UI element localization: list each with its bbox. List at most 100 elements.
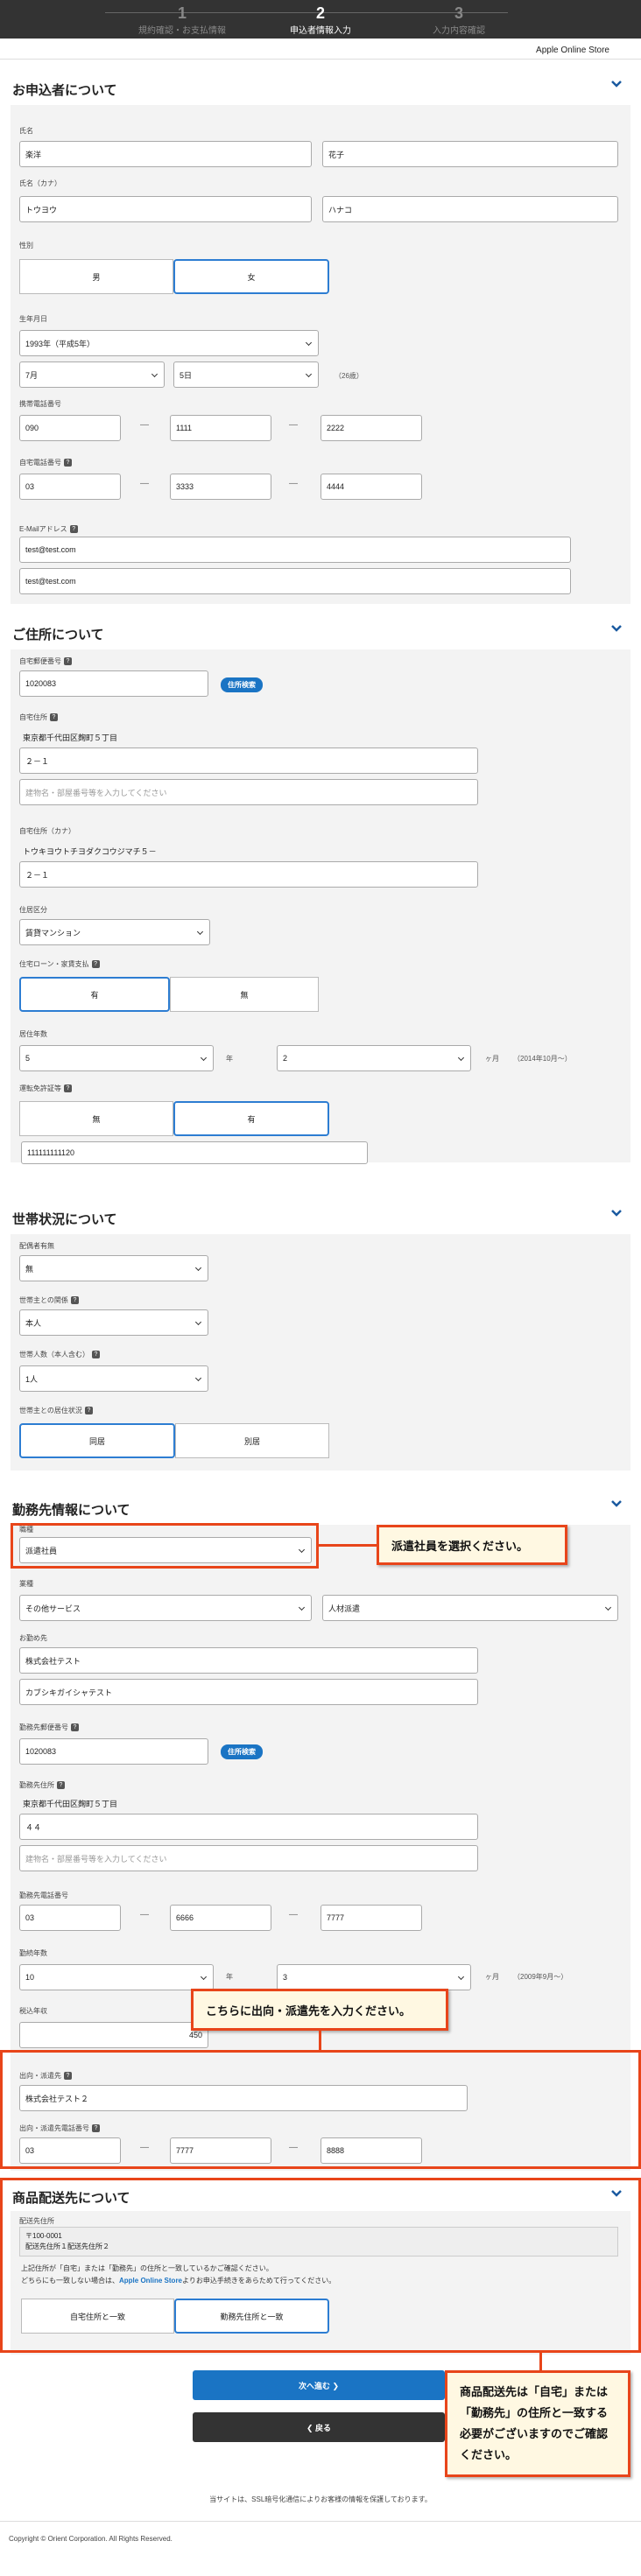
company-kana-input[interactable]: カブシキガイシャテスト (19, 1679, 478, 1705)
next-button[interactable]: 次へ進む ❯ (193, 2370, 445, 2400)
help-icon[interactable]: ? (69, 524, 78, 533)
work-tel-3-input[interactable]: 7777 (320, 1905, 422, 1931)
store-name: Apple Online Store (0, 39, 641, 60)
dash: — (289, 420, 298, 430)
birth-month-select[interactable]: 7月 (19, 361, 165, 388)
email-input[interactable]: test@test.com (19, 537, 571, 563)
work-address-2-input[interactable]: 建物名・部屋番号等を入力してください (19, 1845, 478, 1871)
mobile-3-input[interactable]: 2222 (320, 415, 422, 441)
work-tel-1-input[interactable]: 03 (19, 1905, 121, 1931)
delivery-connector (539, 2353, 542, 2372)
industry-detail-select[interactable]: 人材派遣 (322, 1595, 618, 1621)
help-icon[interactable]: ? (71, 1723, 79, 1731)
dash: — (289, 479, 298, 488)
zip-input[interactable]: 1020083 (19, 670, 208, 697)
loan-toggle: 有 無 (19, 977, 319, 1012)
spouse-select[interactable]: 無 (19, 1255, 208, 1281)
birth-year-select[interactable]: 1993年（平成5年） (19, 330, 319, 356)
company-label: お勤め先 (19, 1633, 47, 1642)
address-header[interactable]: ご住所について (11, 604, 630, 649)
first-kana-input[interactable]: ハナコ (322, 196, 618, 222)
license-yes[interactable]: 有 (173, 1101, 329, 1136)
residence-years-label: 居住年数 (19, 1029, 47, 1038)
home-address-kana-input[interactable]: ２－１ (19, 861, 478, 888)
loan-yes[interactable]: 有 (19, 977, 170, 1012)
income-input[interactable]: 450 (19, 2022, 208, 2048)
work-address-search-button[interactable]: 住所検索 (221, 1744, 263, 1759)
gender-male[interactable]: 男 (19, 259, 173, 294)
home-tel-1-input[interactable]: 03 (19, 474, 121, 500)
mobile-1-input[interactable]: 090 (19, 415, 121, 441)
last-kana-input[interactable]: トウヨウ (19, 196, 312, 222)
home-tel-2-input[interactable]: 3333 (170, 474, 271, 500)
work-address-1-input[interactable]: ４４ (19, 1814, 478, 1840)
residence-years-select[interactable]: 5 (19, 1045, 214, 1071)
help-icon[interactable]: ? (70, 1295, 79, 1304)
living-status-toggle: 同居 別居 (19, 1423, 329, 1458)
residence-type-select[interactable]: 賃貸マンション (19, 919, 210, 945)
work-zip-input[interactable]: 1020083 (19, 1738, 208, 1765)
living-same[interactable]: 同居 (19, 1423, 175, 1458)
chevron-down-icon[interactable] (609, 1497, 623, 1511)
page: 1 規約確認・お支払情報 2 申込者情報入力 3 入力内容確認 Apple Onlin… (0, 0, 641, 2576)
head-relation-select[interactable]: 本人 (19, 1309, 208, 1336)
license-no[interactable]: 無 (19, 1101, 173, 1136)
last-name-input[interactable]: 楽洋 (19, 141, 312, 167)
home-address-fixed: 東京都千代田区麹町５丁目 (23, 733, 118, 742)
tenure-months-select[interactable]: 3 (277, 1964, 471, 1990)
home-address-kana-label: 自宅住所（カナ） (19, 826, 75, 835)
chevron-down-icon[interactable] (609, 621, 623, 635)
tenure-label: 勤続年数 (19, 1948, 47, 1957)
industry-select[interactable]: その他サービス (19, 1595, 312, 1621)
copyright: Copyright © Orient Corporation. All Righ… (9, 2535, 173, 2543)
company-input[interactable]: 株式会社テスト (19, 1647, 478, 1674)
license-label-text: 運転免許証等 (19, 1084, 61, 1092)
household-header[interactable]: 世帯状況について (11, 1189, 630, 1234)
mobile-2-input[interactable]: 1111 (170, 415, 271, 441)
head-relation-label: 世帯主との関係? (19, 1295, 79, 1304)
zip-label: 自宅郵便番号? (19, 656, 72, 665)
help-icon[interactable]: ? (91, 959, 100, 968)
help-icon[interactable]: ? (92, 1350, 100, 1358)
license-number-input[interactable]: 111111111120 (21, 1141, 368, 1164)
home-address-2-input[interactable]: 建物名・部屋番号等を入力してください (19, 779, 478, 805)
household-count-label-text: 世帯人数（本人含む） (19, 1350, 89, 1358)
help-icon[interactable]: ? (57, 1780, 65, 1789)
help-icon[interactable]: ? (64, 1084, 72, 1092)
back-button[interactable]: ❮ 戻る (193, 2412, 445, 2442)
tenure-years-select[interactable]: 10 (19, 1964, 214, 1990)
help-icon[interactable]: ? (84, 1406, 93, 1414)
gender-toggle: 男 女 (19, 259, 329, 294)
help-icon[interactable]: ? (64, 656, 72, 665)
address-section: ご住所について 自宅郵便番号? 1020083 住所検索 自宅住所? 東京都千代… (11, 604, 630, 1164)
step-3-label: 入力内容確認 (433, 26, 485, 36)
household-count-select[interactable]: 1人 (19, 1365, 208, 1392)
applicant-header[interactable]: お申込者について (11, 60, 630, 105)
first-name-input[interactable]: 花子 (322, 141, 618, 167)
license-label: 運転免許証等? (19, 1084, 72, 1092)
work-header[interactable]: 勤務先情報について (11, 1479, 630, 1525)
residence-type-label: 住居区分 (19, 905, 47, 914)
kana-label: 氏名（カナ） (19, 179, 61, 187)
income-label: 税込年収 (19, 2006, 47, 2015)
work-tel-2-input[interactable]: 6666 (170, 1905, 271, 1931)
residence-months-select[interactable]: 2 (277, 1045, 471, 1071)
delivery-highlight (0, 2178, 641, 2353)
chevron-down-icon[interactable] (609, 77, 623, 91)
help-icon[interactable]: ? (50, 712, 58, 721)
help-icon[interactable]: ? (64, 458, 72, 467)
dispatch-connector (319, 2031, 321, 2050)
email-confirm-input[interactable]: test@test.com (19, 568, 571, 594)
gender-female[interactable]: 女 (173, 259, 329, 294)
loan-no[interactable]: 無 (170, 977, 319, 1012)
birth-day-select[interactable]: 5日 (173, 361, 319, 388)
chevron-down-icon[interactable] (609, 1206, 623, 1220)
address-search-button[interactable]: 住所検索 (221, 677, 263, 692)
home-address-1-input[interactable]: ２－１ (19, 748, 478, 774)
month-unit: ヶ月 (485, 1055, 499, 1063)
home-tel-label-text: 自宅電話番号 (19, 458, 61, 467)
job-connector (319, 1544, 377, 1547)
work-title: 勤務先情報について (12, 1503, 130, 1518)
living-separate[interactable]: 別居 (175, 1423, 329, 1458)
home-tel-3-input[interactable]: 4444 (320, 474, 422, 500)
